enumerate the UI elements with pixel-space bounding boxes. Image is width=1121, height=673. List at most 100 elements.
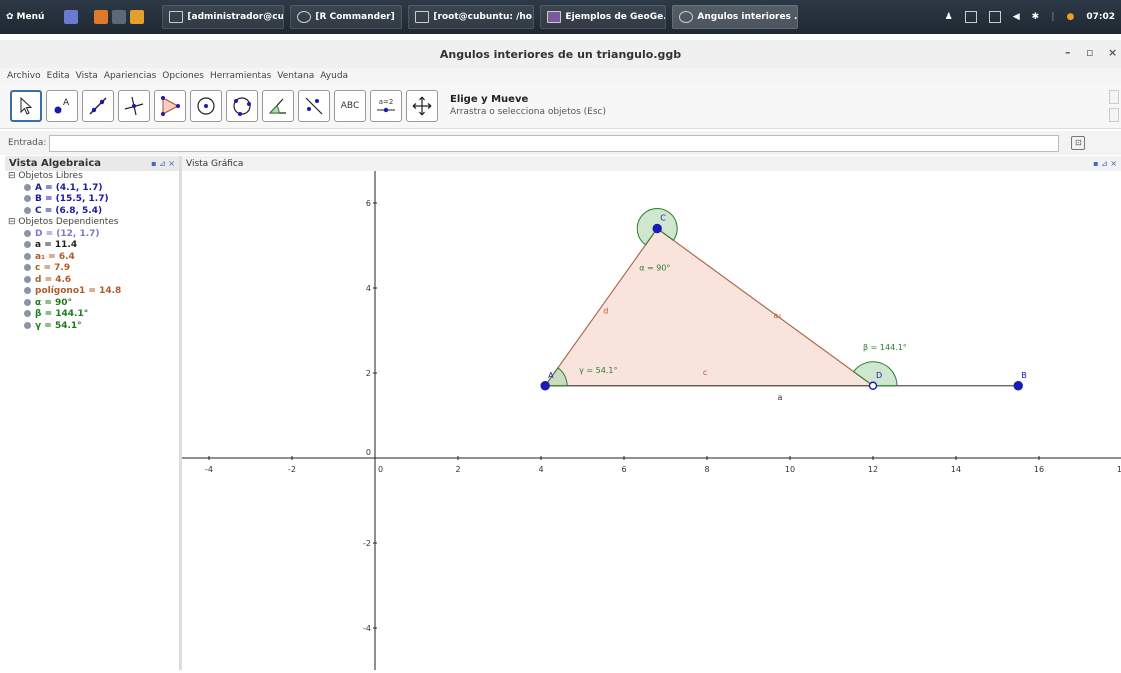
system-tray: ♟ ◀ ✱ | ● 07:02 xyxy=(945,11,1121,23)
clipboard-icon[interactable] xyxy=(964,11,977,23)
launcher-terminal-icon[interactable] xyxy=(112,10,127,24)
polygon-tool-button[interactable] xyxy=(154,90,186,122)
point-a[interactable] xyxy=(540,381,550,391)
menu-herramientas[interactable]: Herramientas xyxy=(207,71,274,81)
move-tool-button[interactable] xyxy=(10,90,42,122)
maximize-icon[interactable]: ▫ xyxy=(1086,46,1093,59)
task-geogebra-examples[interactable]: Ejemplos de GeoGe... xyxy=(540,5,667,29)
menu-apariencias[interactable]: Apariencias xyxy=(101,71,159,81)
menu-ventana[interactable]: Ventana xyxy=(274,71,317,81)
algebra-object[interactable]: β = 144.1° xyxy=(8,309,179,321)
algebra-object[interactable]: α = 90° xyxy=(8,298,179,310)
x-tick-label: 8 xyxy=(704,465,709,474)
algebra-object[interactable]: a = 11.4 xyxy=(8,240,179,252)
visibility-toggle-icon[interactable] xyxy=(24,241,31,248)
visibility-toggle-icon[interactable] xyxy=(24,287,31,294)
task-r-commander[interactable]: [R Commander] xyxy=(290,5,403,29)
algebra-object-text: c = 7.9 xyxy=(35,263,71,273)
window-title: Angulos interiores de un triangulo.ggb xyxy=(439,47,682,61)
algebra-object[interactable]: γ = 54.1° xyxy=(8,321,179,333)
visibility-toggle-icon[interactable] xyxy=(24,275,31,283)
panel-controls-icon[interactable]: ▪ ⊿ × xyxy=(151,159,175,168)
move-graphics-tool-button[interactable] xyxy=(406,90,438,122)
algebra-object[interactable]: B = (15.5, 1.7) xyxy=(8,194,179,206)
x-tick-label: -4 xyxy=(205,465,213,474)
redo-icon[interactable] xyxy=(1109,108,1119,122)
algebra-object[interactable]: polígono1 = 14.8 xyxy=(8,286,179,298)
launcher-files-icon[interactable] xyxy=(64,10,79,24)
algebra-view: Vista Algebraica ▪ ⊿ × ⊟ Objetos Libres … xyxy=(5,156,182,670)
input-field[interactable] xyxy=(49,134,1060,152)
task-terminal-admin[interactable]: [administrador@cu... xyxy=(162,5,285,29)
point-b[interactable] xyxy=(1013,381,1023,391)
close-icon[interactable]: × xyxy=(1108,46,1117,59)
algebra-object[interactable]: d = 4.6 xyxy=(8,275,179,287)
menu-edita[interactable]: Edita xyxy=(44,71,73,81)
update-icon[interactable]: ● xyxy=(1066,12,1074,22)
y-tick-label: 4 xyxy=(366,284,371,293)
x-tick-label: 14 xyxy=(951,465,961,474)
x-tick-label: 18 xyxy=(1117,465,1121,474)
x-tick-label: 0 xyxy=(378,465,383,474)
menu-opciones[interactable]: Opciones xyxy=(159,71,207,81)
text-tool-button[interactable]: ABC xyxy=(334,90,366,122)
y-tick-label: 6 xyxy=(366,199,371,208)
task-label: [administrador@cu... xyxy=(187,12,285,22)
visibility-toggle-icon[interactable] xyxy=(24,310,31,317)
toolbar-right-controls xyxy=(1109,90,1119,122)
point-tool-button[interactable]: A xyxy=(46,90,78,122)
visibility-toggle-icon[interactable] xyxy=(24,252,31,260)
network-icon[interactable] xyxy=(988,11,1001,23)
algebra-object[interactable]: D = (12, 1.7) xyxy=(8,229,179,241)
circle-tool-button[interactable] xyxy=(190,90,222,122)
dependent-objects-list: D = (12, 1.7) a = 11.4 a₁ = 6.4 c = 7.9 d = … xyxy=(8,229,179,333)
launcher-folder-icon[interactable] xyxy=(130,10,145,24)
dependent-objects-header[interactable]: ⊟ Objetos Dependientes xyxy=(8,217,179,229)
menu-archivo[interactable]: Archivo xyxy=(4,71,44,81)
brightness-icon[interactable]: ✱ xyxy=(1032,12,1040,22)
algebra-object[interactable]: C = (6.8, 5.4) xyxy=(8,206,179,218)
user-icon[interactable]: ♟ xyxy=(945,12,953,22)
segment-c-label: c xyxy=(703,368,707,377)
circle-three-points-icon xyxy=(233,97,251,116)
x-tick-label: 6 xyxy=(621,465,626,474)
visibility-toggle-icon[interactable] xyxy=(24,229,31,237)
visibility-toggle-icon[interactable] xyxy=(24,206,31,214)
volume-icon[interactable]: ◀ xyxy=(1013,12,1020,22)
circle-icon xyxy=(197,97,215,115)
graphics-canvas[interactable]: -4 -2 0 2 4 6 8 10 12 14 16 18 -4 -2 0 2 4 6 γ = 54.1° α = … xyxy=(182,171,1121,670)
perpendicular-tool-button[interactable] xyxy=(118,90,150,122)
clock[interactable]: 07:02 xyxy=(1086,12,1115,22)
visibility-toggle-icon[interactable] xyxy=(24,183,31,191)
point-d[interactable] xyxy=(868,381,878,390)
free-objects-header[interactable]: ⊟ Objetos Libres xyxy=(8,171,179,183)
point-c[interactable] xyxy=(652,223,662,234)
line-tool-button[interactable] xyxy=(82,90,114,122)
menu-ayuda[interactable]: Ayuda xyxy=(317,71,351,81)
algebra-object[interactable]: a₁ = 6.4 xyxy=(8,252,179,264)
slider-tool-button[interactable]: a=2 xyxy=(370,90,402,122)
visibility-toggle-icon[interactable] xyxy=(24,298,31,306)
undo-icon[interactable] xyxy=(1109,90,1119,104)
visibility-toggle-icon[interactable] xyxy=(24,195,31,202)
algebra-object[interactable]: A = (4.1, 1.7) xyxy=(8,183,179,195)
task-angulos-interiores[interactable]: Angulos interiores ... xyxy=(672,5,799,29)
menu-vista[interactable]: Vista xyxy=(73,71,101,81)
algebra-object-text: d = 4.6 xyxy=(35,274,72,285)
algebra-object-text: a = 11.4 xyxy=(35,240,78,250)
reflect-tool-button[interactable] xyxy=(298,90,330,122)
launcher-firefox-icon[interactable] xyxy=(94,10,109,24)
task-terminal-root[interactable]: [root@cubuntu: /ho... xyxy=(408,5,535,29)
minimize-icon[interactable]: – xyxy=(1065,46,1071,59)
circle-three-points-tool-button[interactable] xyxy=(226,90,258,122)
input-help-icon[interactable]: ⊡ xyxy=(1071,136,1086,150)
visibility-toggle-icon[interactable] xyxy=(24,264,31,271)
terminal-icon xyxy=(169,11,184,23)
angle-tool-button[interactable] xyxy=(262,90,294,122)
start-menu-button[interactable]: ✿ Menú xyxy=(0,12,50,22)
algebra-object[interactable]: c = 7.9 xyxy=(8,263,179,275)
algebra-object-text: C = (6.8, 5.4) xyxy=(35,205,103,216)
panel-controls-icon[interactable]: ▪ ⊿ × xyxy=(1093,159,1117,168)
text-tool-label: ABC xyxy=(340,101,360,111)
visibility-toggle-icon[interactable] xyxy=(24,321,31,329)
